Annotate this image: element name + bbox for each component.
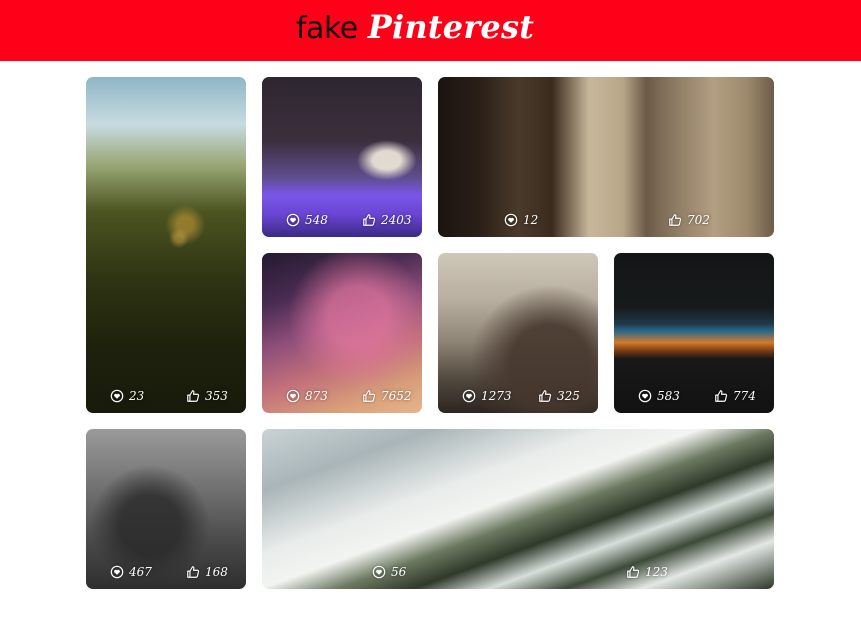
likes-count[interactable]: 56 (372, 565, 406, 579)
likes-count[interactable]: 467 (110, 565, 152, 579)
heart-circle-icon (286, 389, 300, 403)
heart-circle-icon (110, 389, 124, 403)
photo-tile[interactable]: 12 702 (438, 77, 774, 237)
thumbs-count[interactable]: 774 (714, 389, 756, 403)
thumbs-up-icon (627, 566, 640, 578)
thumbs-up-icon (187, 566, 200, 578)
photo-tile[interactable]: 548 2403 (262, 77, 422, 237)
likes-value: 56 (391, 565, 407, 579)
thumbs-count[interactable]: 325 (538, 389, 580, 403)
thumbs-value: 2403 (381, 213, 412, 227)
likes-count[interactable]: 583 (638, 389, 680, 403)
likes-count[interactable]: 23 (110, 389, 144, 403)
heart-circle-icon (638, 389, 652, 403)
heart-circle-icon (504, 213, 518, 227)
thumbs-up-icon (187, 390, 200, 402)
header-bar: fake Pinterest (0, 0, 861, 61)
photo-image (262, 429, 774, 589)
likes-value: 467 (129, 565, 152, 579)
photo-image (86, 77, 246, 413)
heart-circle-icon (372, 565, 386, 579)
likes-count[interactable]: 1273 (462, 389, 512, 403)
thumbs-count[interactable]: 353 (186, 389, 228, 403)
heart-circle-icon (462, 389, 476, 403)
thumbs-up-icon (669, 214, 682, 226)
heart-circle-icon (286, 213, 300, 227)
thumbs-up-icon (363, 390, 376, 402)
thumbs-value: 702 (687, 213, 710, 227)
thumbs-count[interactable]: 123 (626, 565, 668, 579)
photo-image (438, 77, 774, 237)
heart-circle-icon (110, 565, 124, 579)
thumbs-value: 7652 (381, 389, 412, 403)
likes-value: 1273 (481, 389, 512, 403)
thumbs-count[interactable]: 2403 (362, 213, 412, 227)
likes-value: 12 (523, 213, 539, 227)
likes-value: 873 (305, 389, 328, 403)
photo-tile[interactable]: 583 774 (614, 253, 774, 413)
logo-word-fake: fake (296, 11, 358, 46)
thumbs-up-icon (715, 390, 728, 402)
likes-count[interactable]: 873 (286, 389, 328, 403)
thumbs-count[interactable]: 168 (186, 565, 228, 579)
thumbs-value: 123 (645, 565, 668, 579)
thumbs-count[interactable]: 7652 (362, 389, 412, 403)
thumbs-value: 353 (205, 389, 228, 403)
likes-value: 548 (305, 213, 328, 227)
thumbs-value: 325 (557, 389, 580, 403)
thumbs-up-icon (363, 214, 376, 226)
logo[interactable]: fake Pinterest (296, 8, 534, 52)
likes-count[interactable]: 12 (504, 213, 538, 227)
likes-value: 583 (657, 389, 680, 403)
logo-word-pinterest: Pinterest (367, 8, 535, 46)
photo-tile[interactable]: 23 353 (86, 77, 246, 413)
thumbs-count[interactable]: 702 (668, 213, 710, 227)
photo-tile[interactable]: 467 168 (86, 429, 246, 589)
photo-tile[interactable]: 56 123 (262, 429, 774, 589)
thumbs-up-icon (539, 390, 552, 402)
photo-tile[interactable]: 1273 325 (438, 253, 598, 413)
likes-value: 23 (129, 389, 145, 403)
thumbs-value: 774 (733, 389, 756, 403)
likes-count[interactable]: 548 (286, 213, 328, 227)
thumbs-value: 168 (205, 565, 228, 579)
photo-tile[interactable]: 873 7652 (262, 253, 422, 413)
